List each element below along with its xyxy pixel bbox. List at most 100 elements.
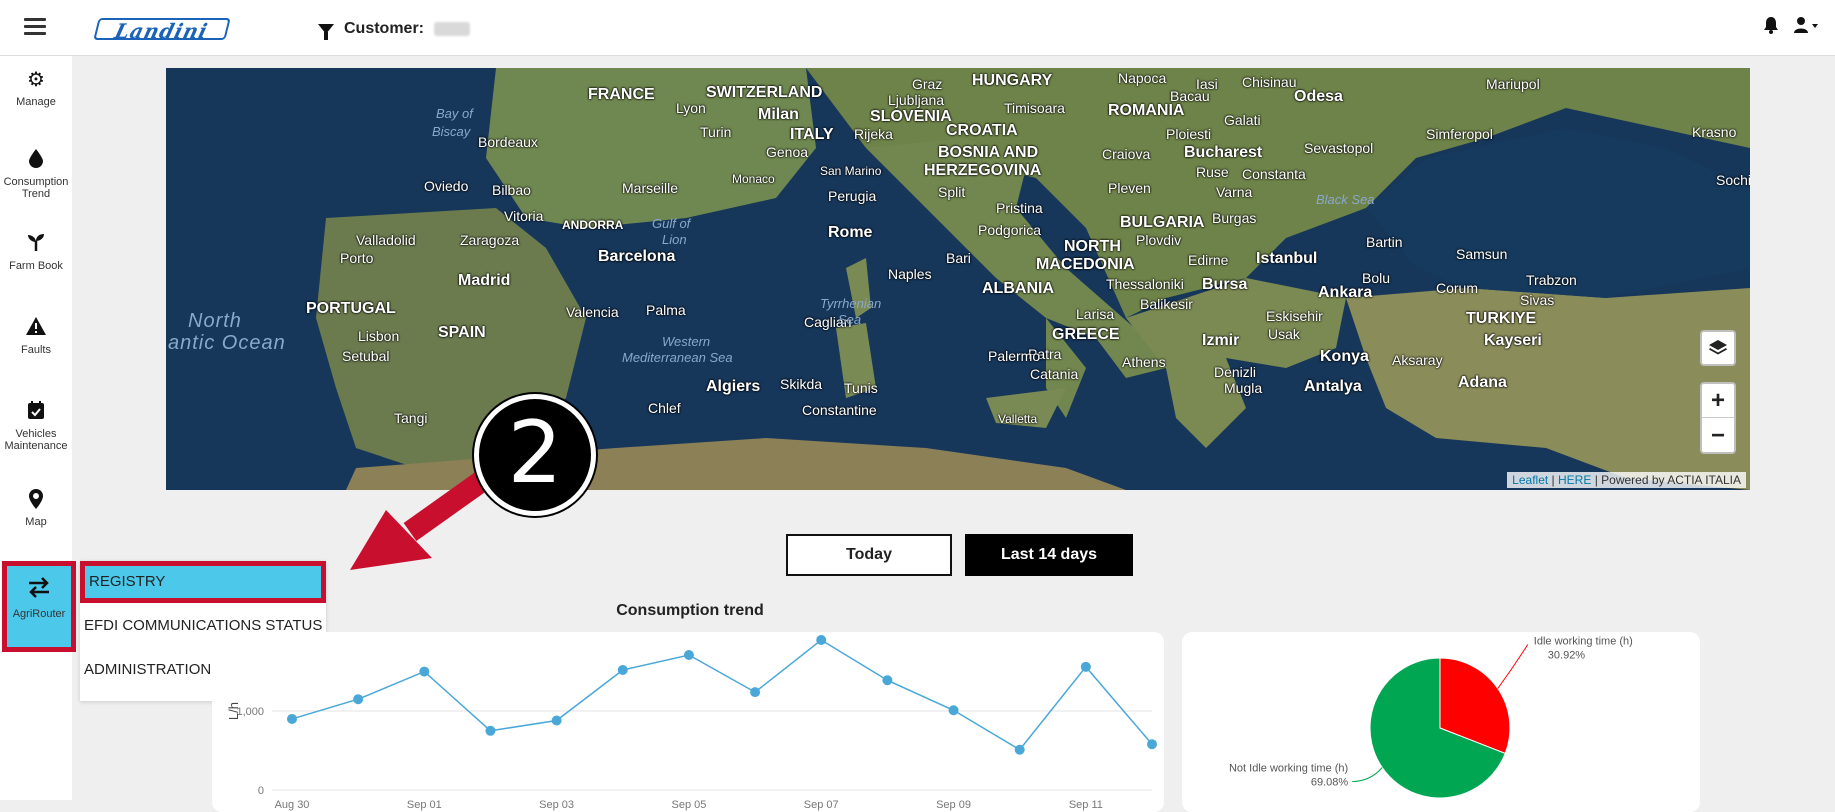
- layers-button[interactable]: [1700, 330, 1736, 366]
- map-label: MACEDONIA: [1036, 256, 1135, 273]
- sprout-icon: [0, 232, 72, 256]
- map-label: Konya: [1320, 348, 1369, 365]
- brand-logo[interactable]: Landini: [93, 18, 231, 43]
- zoom-out-button[interactable]: −: [1702, 419, 1734, 453]
- map-label: Valletta: [998, 412, 1038, 426]
- map-label: Sivas: [1520, 292, 1555, 308]
- map-label: ALBANIA: [982, 280, 1054, 297]
- map-label: Ploiesti: [1166, 126, 1212, 142]
- bell-icon[interactable]: [1763, 16, 1779, 34]
- map-label: ROMANIA: [1108, 102, 1185, 119]
- map-label: Palermo: [988, 348, 1041, 364]
- last-14-days-button[interactable]: Last 14 days: [965, 534, 1133, 576]
- map-label: Podgorica: [978, 222, 1042, 238]
- map-label: Rome: [828, 224, 873, 241]
- map-label: Marseille: [622, 180, 679, 196]
- data-point: [617, 665, 628, 675]
- pie-leader-line: [1352, 767, 1383, 782]
- pie-label: Not Idle working time (h): [1229, 762, 1348, 774]
- data-point: [683, 650, 694, 660]
- sidebar-item-label: Manage: [16, 96, 56, 108]
- map-label: Genoa: [766, 144, 809, 160]
- sidebar-item-map[interactable]: Map: [0, 488, 72, 528]
- layers-icon: [1709, 340, 1727, 355]
- data-point: [551, 715, 562, 726]
- map-label: Galati: [1224, 112, 1261, 128]
- map-label: Napoca: [1118, 70, 1167, 86]
- map-label: Tyrrhenian: [820, 296, 882, 311]
- map-label: Varna: [1216, 184, 1253, 200]
- sidebar-item-vehicles-maintenance[interactable]: Vehicles Maintenance: [0, 400, 72, 452]
- map-label: Milan: [758, 106, 799, 123]
- map-label: Athens: [1122, 354, 1166, 370]
- hamburger-icon[interactable]: [24, 18, 46, 36]
- map-label: Sea: [838, 312, 862, 327]
- map-label: Pristina: [996, 200, 1043, 216]
- customer-filter[interactable]: Customer:: [318, 18, 471, 40]
- map-label: Zaragoza: [460, 232, 520, 248]
- map-label: Tunis: [844, 380, 878, 396]
- map-label: Corum: [1436, 280, 1479, 296]
- today-button[interactable]: Today: [786, 534, 952, 576]
- sidebar-item-agrirouter[interactable]: AgriRouter: [2, 561, 76, 652]
- map-label: Black Sea: [1316, 192, 1375, 207]
- map-label: HUNGARY: [972, 72, 1053, 89]
- map-label: Istanbul: [1256, 250, 1318, 267]
- map-label: Kayseri: [1484, 332, 1542, 349]
- sidebar-item-manage[interactable]: ⚙ Manage: [0, 68, 72, 108]
- customer-label: Customer:: [344, 20, 425, 37]
- map-label: Chlef: [648, 400, 681, 416]
- data-point: [882, 675, 893, 686]
- sidebar-item-farm-book[interactable]: Farm Book: [0, 232, 72, 272]
- x-tick-label: Sep 09: [936, 799, 971, 811]
- map-label: Aksaray: [1392, 352, 1443, 368]
- map-label: Lion: [662, 232, 687, 247]
- map-label: Turin: [700, 124, 732, 140]
- map-label: Ruse: [1196, 164, 1229, 180]
- idle-time-pie-card: Idle working time (h) 30.92% Not Idle work…: [1182, 632, 1700, 812]
- map-label: FRANCE: [588, 86, 655, 103]
- map-attribution: Leaflet | HERE | Powered by ACTIA ITALIA: [1507, 472, 1746, 488]
- map-label: Denizli: [1214, 364, 1257, 380]
- map-label: Ankara: [1318, 284, 1373, 301]
- map-label: Constantine: [802, 402, 877, 418]
- data-point: [816, 635, 827, 645]
- sidebar-item-faults[interactable]: Faults: [0, 316, 72, 356]
- step-number-badge: 2: [474, 394, 596, 516]
- x-tick-label: Sep 03: [539, 799, 574, 811]
- leaflet-link[interactable]: Leaflet: [1512, 473, 1548, 487]
- y-tick-label: 0: [258, 785, 264, 797]
- here-link[interactable]: HERE: [1558, 473, 1591, 487]
- map-label: Rijeka: [854, 126, 893, 142]
- consumption-line-chart: 01,000L/hAug 30 Sep 01 Sep 03 Sep 05 Sep 07 S…: [226, 635, 1157, 811]
- data-point: [287, 713, 297, 724]
- map-label: Mariupol: [1486, 76, 1540, 92]
- map-label: Edirne: [1188, 252, 1229, 268]
- sidebar-item-label: Farm Book: [9, 260, 63, 272]
- map-view[interactable]: FRANCE SWITZERLAND HUNGARY ROMANIA SLOVE…: [166, 68, 1750, 490]
- map-label: Bari: [946, 250, 971, 266]
- map-label: Porto: [340, 250, 374, 266]
- submenu-registry[interactable]: REGISTRY: [80, 561, 326, 603]
- user-icon[interactable]: [1793, 16, 1819, 34]
- y-axis-label: L/h: [226, 702, 241, 720]
- map-label: CROATIA: [946, 122, 1018, 139]
- map-label: Setubal: [342, 348, 390, 364]
- gears-icon: ⚙: [27, 69, 45, 91]
- consumption-series-line: [291, 639, 1153, 751]
- data-point: [750, 687, 761, 698]
- zoom-in-button[interactable]: +: [1702, 384, 1734, 418]
- customer-value-redacted: [434, 22, 471, 36]
- sidebar-item-consumption-trend[interactable]: Consumption Trend: [0, 148, 72, 200]
- map-label: San Marino: [820, 164, 882, 178]
- map-label: Timisoara: [1004, 100, 1065, 116]
- map-label: Mugla: [1224, 380, 1263, 396]
- pie-value-label: 30.92%: [1548, 650, 1586, 662]
- data-point: [1014, 744, 1025, 755]
- map-label: Graz: [912, 76, 943, 92]
- map-label: Eskisehir: [1266, 308, 1323, 324]
- map-label: Bursa: [1202, 276, 1248, 293]
- map-label: Chisinau: [1242, 74, 1297, 90]
- idle-time-pie-chart: Idle working time (h) 30.92% Not Idle work…: [1229, 636, 1633, 799]
- map-label: Thessaloniki: [1106, 276, 1184, 292]
